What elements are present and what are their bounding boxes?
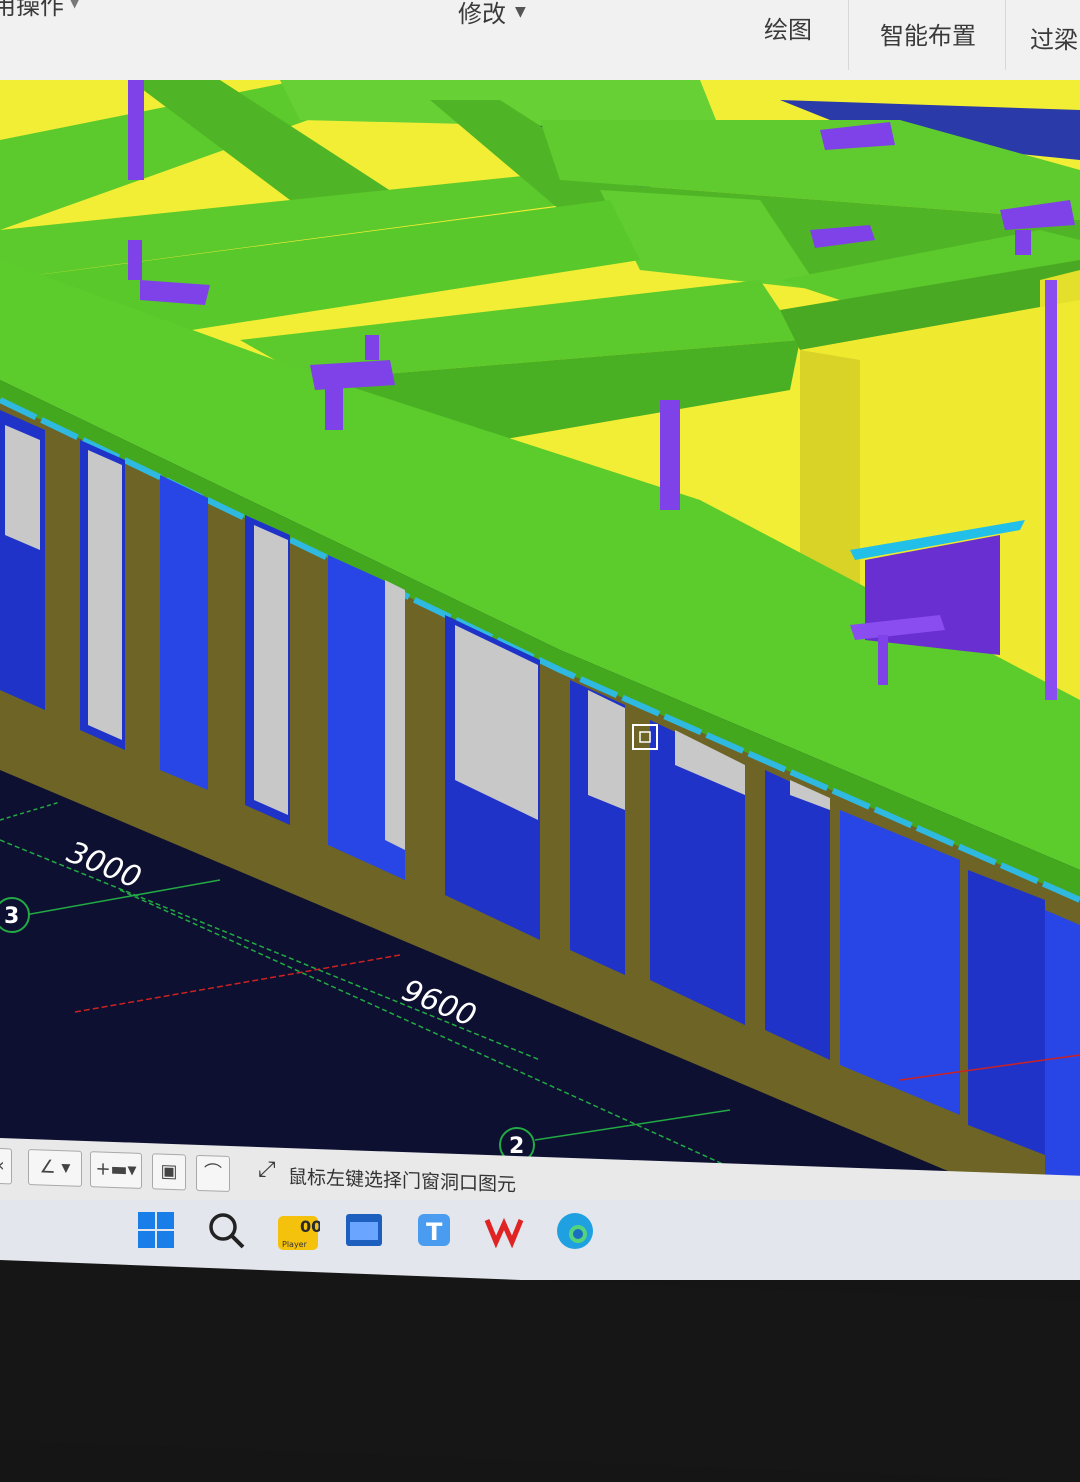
player-label: Player [282,1240,307,1249]
svg-text:00: 00 [300,1217,320,1236]
wps-icon[interactable] [484,1210,528,1254]
monitor-bezel [0,1260,1080,1482]
column [128,80,144,180]
chevron-down-icon[interactable]: ▼ [515,4,526,20]
ribbon-tab-draw[interactable]: 绘图 [764,10,812,45]
snap-tool-button[interactable]: ‹ [0,1147,12,1185]
column [325,380,343,430]
column [878,635,888,685]
select-tool-button[interactable]: ▣ [152,1153,186,1191]
column [1015,230,1031,255]
windows-start-icon[interactable] [136,1210,180,1254]
search-icon[interactable] [206,1210,250,1254]
column [660,400,680,510]
expand-arrow-icon: ⤢ [258,1157,276,1183]
edge-icon[interactable] [554,1210,598,1254]
ribbon-toolbar: 用操作 修改 ▼ 绘图 智能布置 过梁 ▼ [0,0,1080,82]
ribbon-tab-common[interactable]: 用操作 [0,0,64,21]
3d-viewport[interactable]: 3000 9600 3 2 [0,80,1080,1210]
calendar-app-icon[interactable] [344,1210,388,1254]
arc-tool-button[interactable]: ⌒ [196,1154,230,1193]
ribbon-tab-lintel[interactable]: 过梁 [1030,20,1078,55]
status-message: 鼠标左键选择门窗洞口图元 [288,1166,517,1197]
column [128,240,142,280]
angle-tool-button[interactable]: ∠ ▾ [28,1148,82,1187]
ribbon-tab-smart-layout[interactable]: 智能布置 [880,16,976,51]
offset-tool-button[interactable]: +▬▾ [90,1151,142,1189]
text-app-icon[interactable]: T [414,1210,458,1254]
axis-marker-3: 3 [0,897,30,933]
column [1045,280,1057,700]
player-app-icon[interactable]: 00 Player [276,1210,322,1254]
column [365,335,379,360]
ribbon-tab-modify[interactable]: 修改 [458,0,506,29]
3d-model-canvas[interactable]: 3000 9600 3 2 [0,80,1080,1210]
svg-text:T: T [426,1218,443,1246]
chevron-down-icon: ▼ [70,0,80,10]
svg-text:3: 3 [4,904,19,929]
column-cap [310,360,395,390]
